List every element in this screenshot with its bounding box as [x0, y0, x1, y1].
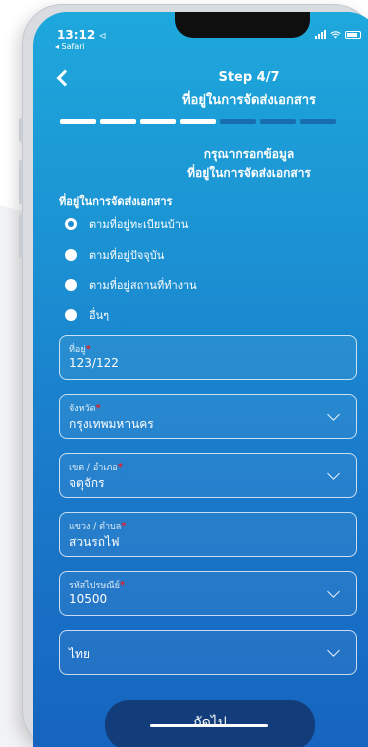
- radio-option-current-address[interactable]: ตามที่อยู่ปัจจุบัน: [65, 246, 164, 264]
- field-label: แขวง / ตำบล*: [69, 519, 127, 533]
- field-label: จังหวัด*: [69, 401, 101, 415]
- phone-volume-down: [19, 214, 23, 258]
- radio-option-other[interactable]: อื่นๆ: [65, 306, 109, 324]
- field-label-text: จังหวัด: [69, 404, 96, 414]
- home-indicator: [150, 724, 268, 727]
- chevron-down-icon: [327, 408, 340, 421]
- field-label-text: ที่อยู่: [69, 345, 86, 355]
- address-type-label: ที่อยู่ในการจัดส่งเอกสาร: [59, 195, 173, 208]
- progress-segment: [60, 119, 96, 124]
- phone-volume-up: [19, 160, 23, 204]
- phone-notch: [175, 12, 310, 38]
- status-time: 13:12 ◃: [57, 28, 106, 42]
- field-value: กรุงเทพมหานคร: [69, 417, 154, 431]
- progress-segment: [300, 119, 336, 124]
- required-mark: *: [121, 521, 127, 532]
- progress-segment: [260, 119, 296, 124]
- chevron-down-icon: [327, 467, 340, 480]
- radio-option-label: ตามที่อยู่สถานที่ทำงาน: [89, 279, 197, 292]
- signal-icon: [315, 30, 326, 39]
- radio-button-checked[interactable]: [65, 218, 77, 230]
- step-progress-bar: [60, 119, 336, 124]
- field-value: สวนรถไฟ: [69, 535, 120, 549]
- field-label: รหัสไปรษณีย์*: [69, 578, 125, 592]
- battery-icon: [345, 30, 361, 39]
- radio-option-work-address[interactable]: ตามที่อยู่สถานที่ทำงาน: [65, 276, 197, 294]
- radio-button[interactable]: [65, 309, 77, 321]
- chevron-down-icon: [327, 644, 340, 657]
- progress-segment: [220, 119, 256, 124]
- field-label-text: รหัสไปรษณีย์: [69, 581, 120, 591]
- radio-option-label: ตามที่อยู่ปัจจุบัน: [89, 249, 165, 262]
- field-label: เขต / อำเภอ*: [69, 460, 123, 474]
- required-mark: *: [95, 403, 101, 414]
- field-value: ไทย: [69, 647, 90, 661]
- radio-option-label: ตามที่อยู่ทะเบียนบ้าน: [89, 218, 189, 231]
- province-select[interactable]: จังหวัด* กรุงเทพมหานคร: [59, 394, 357, 439]
- required-mark: *: [85, 344, 91, 355]
- required-mark: *: [119, 580, 126, 591]
- country-select[interactable]: ไทย: [59, 630, 357, 675]
- progress-segment: [100, 119, 136, 124]
- subdistrict-field[interactable]: แขวง / ตำบล* สวนรถไฟ: [59, 512, 357, 557]
- field-value: จตุจักร: [69, 476, 105, 490]
- field-label-text: เขต / อำเภอ: [69, 463, 118, 473]
- phone-mute-switch: [19, 118, 23, 142]
- progress-segment: [140, 119, 176, 124]
- postcode-select[interactable]: รหัสไปรษณีย์* 10500: [59, 571, 357, 616]
- field-value: 10500: [69, 592, 108, 606]
- step-indicator: Step 4/7: [218, 70, 280, 85]
- radio-option-label: อื่นๆ: [89, 309, 110, 322]
- back-to-safari-link[interactable]: ◂ Safari: [55, 42, 85, 51]
- radio-button[interactable]: [65, 279, 77, 291]
- form-heading-line1: กรุณากรอกข้อมูล: [203, 147, 295, 161]
- page-title: ที่อยู่ในการจัดส่งเอกสาร: [181, 93, 317, 108]
- progress-segment: [180, 119, 216, 124]
- address-field[interactable]: ที่อยู่* 123/122: [59, 335, 357, 380]
- status-icons: [315, 30, 361, 39]
- field-value: 123/122: [69, 356, 119, 370]
- radio-button[interactable]: [65, 249, 77, 261]
- wifi-icon: [330, 30, 341, 39]
- chevron-down-icon: [327, 585, 340, 598]
- field-label-text: แขวง / ตำบล: [69, 522, 122, 532]
- district-select[interactable]: เขต / อำเภอ* จตุจักร: [59, 453, 357, 498]
- required-mark: *: [117, 462, 123, 473]
- form-heading-line2: ที่อยู่ในการจัดส่งเอกสาร: [187, 166, 311, 180]
- radio-option-registered-address[interactable]: ตามที่อยู่ทะเบียนบ้าน: [65, 215, 188, 233]
- app-screen: 13:12 ◃ ◂ Safari Step 4/7 ที่อยู่ในการจั…: [33, 12, 368, 747]
- field-label: ที่อยู่*: [69, 342, 91, 356]
